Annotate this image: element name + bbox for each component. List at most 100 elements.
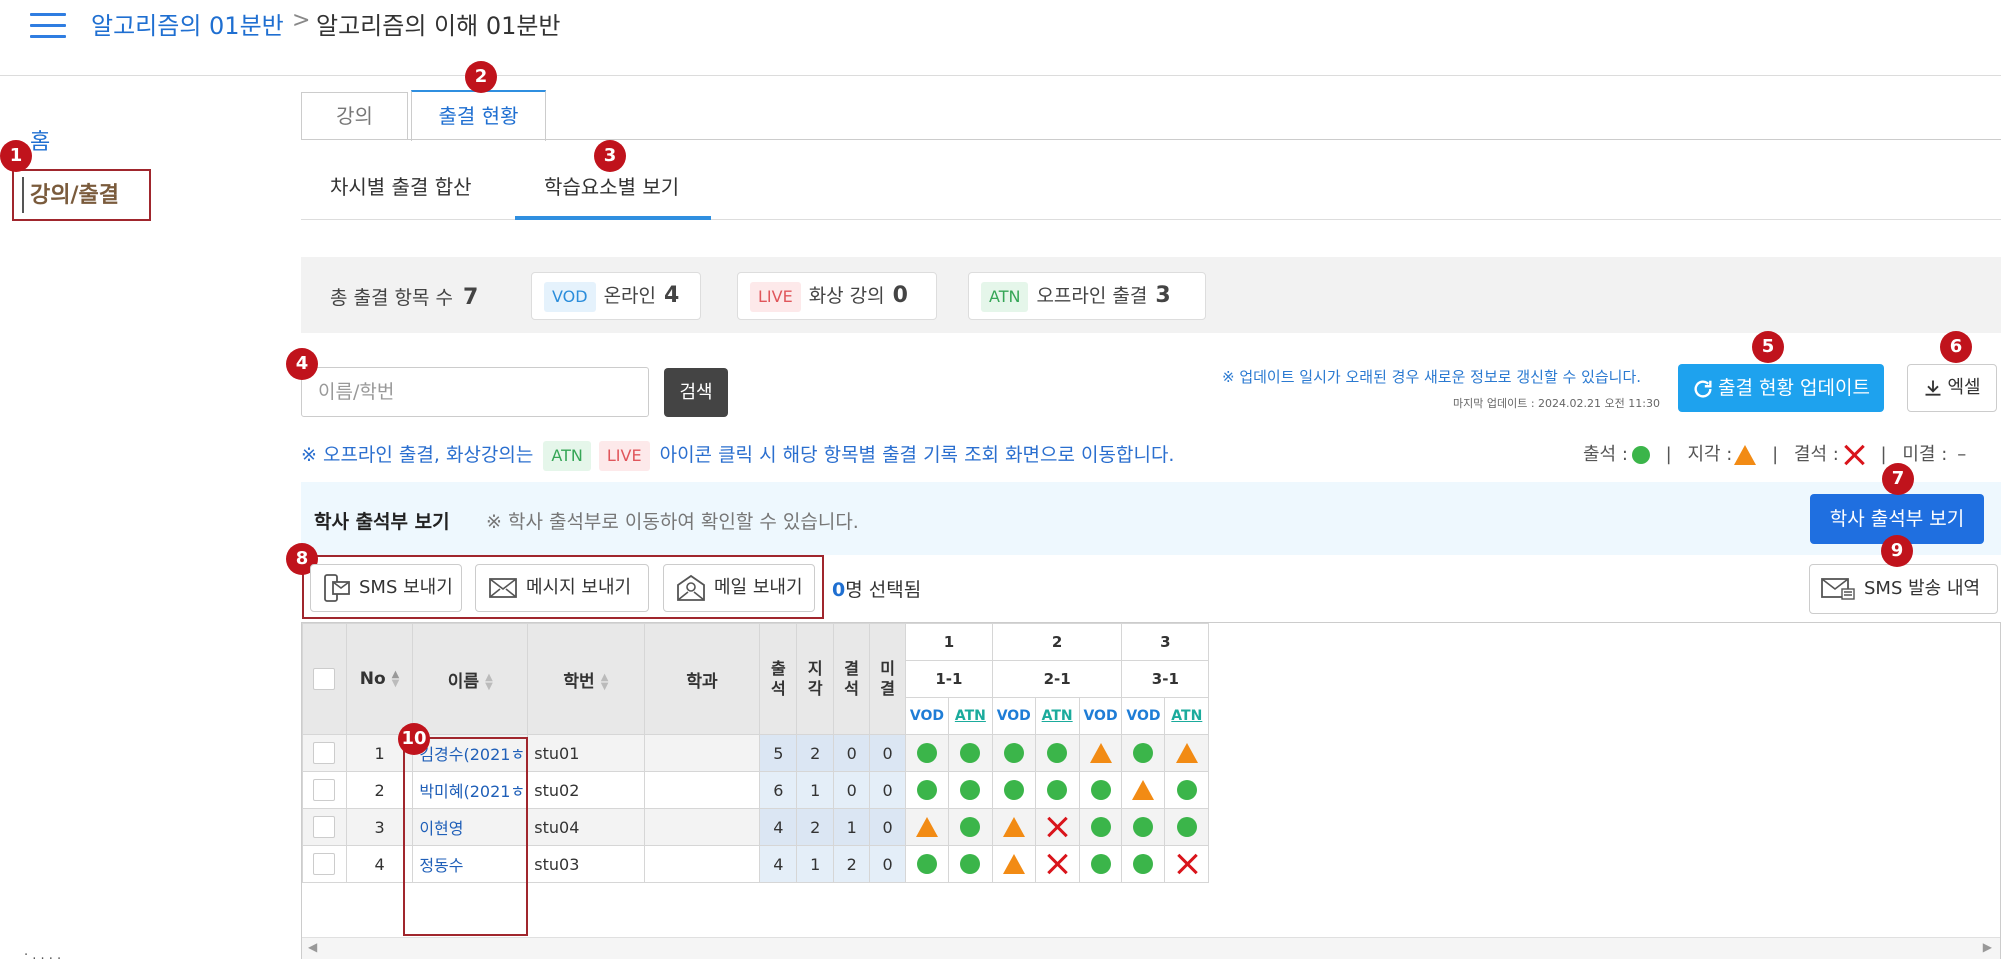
present-mark-icon[interactable] xyxy=(916,743,937,764)
attendance-mark-cell[interactable] xyxy=(1078,734,1123,772)
present-mark-icon[interactable] xyxy=(960,817,981,838)
sidebar-item-lecture-attendance[interactable]: 강의/출결 xyxy=(30,177,119,209)
sidebar-item-home[interactable]: 홈 xyxy=(30,124,50,156)
header-name[interactable]: 이름 ▲ ▼ xyxy=(412,623,529,735)
send-mail-button[interactable]: 메일 보내기 xyxy=(663,564,815,612)
sort-icon[interactable]: ▲ ▼ xyxy=(485,672,493,691)
session-header: 2-1 xyxy=(991,660,1123,698)
attendance-mark-cell[interactable] xyxy=(991,845,1036,883)
send-sms-button[interactable]: SMS 보내기 xyxy=(310,564,462,612)
attendance-mark-cell[interactable] xyxy=(1164,845,1210,883)
subtab-by-session[interactable]: 차시별 출결 합산 xyxy=(330,171,472,200)
attendance-mark-cell[interactable] xyxy=(1078,845,1123,883)
attendance-mark-cell[interactable] xyxy=(905,771,949,809)
attendance-mark-cell[interactable] xyxy=(1121,734,1166,772)
item-type-atn-link[interactable]: ATN xyxy=(1171,708,1202,724)
horizontal-scrollbar[interactable]: ◀ ▶ xyxy=(302,937,2000,959)
present-mark-icon[interactable] xyxy=(1003,743,1024,764)
row-checkbox[interactable] xyxy=(313,779,336,801)
attendance-mark-cell[interactable] xyxy=(1121,808,1166,846)
header-no[interactable]: No ▲ ▼ xyxy=(345,623,414,735)
late-mark-icon[interactable] xyxy=(1002,854,1025,875)
attendance-mark-cell[interactable] xyxy=(1078,808,1123,846)
scroll-left-icon[interactable]: ◀ xyxy=(308,940,317,954)
attendance-mark-cell[interactable] xyxy=(1034,845,1080,883)
present-mark-icon[interactable] xyxy=(1003,780,1024,801)
late-mark-icon[interactable] xyxy=(1089,743,1112,764)
sms-history-button[interactable]: SMS 발송 내역 xyxy=(1809,564,1998,614)
present-mark-icon[interactable] xyxy=(1176,817,1197,838)
attendance-mark-cell[interactable] xyxy=(1121,771,1166,809)
attendance-mark-cell[interactable] xyxy=(1164,808,1210,846)
item-type-atn-link[interactable]: ATN xyxy=(1042,708,1073,724)
late-count: 2 xyxy=(796,808,835,846)
scroll-right-icon[interactable]: ▶ xyxy=(1983,940,1992,954)
attendance-mark-cell[interactable] xyxy=(991,734,1036,772)
breadcrumb-separator-icon: > xyxy=(292,8,311,33)
highlight-box-names xyxy=(403,737,528,936)
sort-asc-icon[interactable]: ▲ ▼ xyxy=(392,670,400,689)
present-mark-icon[interactable] xyxy=(1090,854,1111,875)
attendance-mark-cell[interactable] xyxy=(991,771,1036,809)
send-message-button[interactable]: 메시지 보내기 xyxy=(475,564,649,612)
header-id[interactable]: 학번 ▲ ▼ xyxy=(527,623,645,735)
present-mark-icon[interactable] xyxy=(1047,780,1068,801)
subtab-by-element[interactable]: 학습요소별 보기 xyxy=(544,171,679,200)
present-mark-icon[interactable] xyxy=(916,780,937,801)
item-type-atn-link[interactable]: ATN xyxy=(955,708,986,724)
present-mark-icon[interactable] xyxy=(1133,743,1154,764)
present-mark-icon[interactable] xyxy=(1133,854,1154,875)
late-mark-icon[interactable] xyxy=(1002,817,1025,838)
attendance-mark-cell[interactable] xyxy=(905,734,949,772)
summary-chip-atn: ATN 오프라인 출결 3 xyxy=(968,272,1206,320)
menu-icon[interactable] xyxy=(30,13,66,39)
present-mark-icon[interactable] xyxy=(1176,780,1197,801)
present-mark-icon[interactable] xyxy=(960,854,981,875)
row-checkbox[interactable] xyxy=(313,742,336,764)
present-count: 4 xyxy=(759,808,798,846)
breadcrumb-course[interactable]: 알고리즘의 01분반 xyxy=(91,6,284,41)
present-mark-icon[interactable] xyxy=(1090,817,1111,838)
attendance-mark-cell[interactable] xyxy=(947,734,993,772)
search-input[interactable] xyxy=(301,367,649,417)
attendance-mark-cell[interactable] xyxy=(947,845,993,883)
attendance-mark-cell[interactable] xyxy=(1121,845,1166,883)
attendance-mark-cell[interactable] xyxy=(1164,771,1210,809)
tab-lecture[interactable]: 강의 xyxy=(301,92,408,140)
attendance-mark-cell[interactable] xyxy=(947,808,993,846)
absent-mark-icon[interactable] xyxy=(1046,853,1068,875)
present-mark-icon[interactable] xyxy=(916,854,937,875)
row-checkbox[interactable] xyxy=(313,816,336,838)
header-present: 출석 xyxy=(759,623,798,735)
present-mark-icon[interactable] xyxy=(960,743,981,764)
student-dept xyxy=(643,771,761,809)
attendance-mark-cell[interactable] xyxy=(1164,734,1210,772)
late-mark-icon[interactable] xyxy=(1175,743,1198,764)
present-mark-icon[interactable] xyxy=(1090,780,1111,801)
student-dept xyxy=(643,845,761,883)
select-all-checkbox[interactable] xyxy=(313,668,336,690)
attendance-mark-cell[interactable] xyxy=(1078,771,1123,809)
attendance-mark-cell[interactable] xyxy=(905,808,949,846)
attendance-mark-cell[interactable] xyxy=(1034,734,1080,772)
attendance-mark-cell[interactable] xyxy=(947,771,993,809)
attendance-mark-cell[interactable] xyxy=(1034,771,1080,809)
attendance-mark-cell[interactable] xyxy=(905,845,949,883)
absent-mark-icon[interactable] xyxy=(1046,816,1068,838)
tab-attendance[interactable]: 출결 현황 xyxy=(411,90,546,141)
search-button[interactable]: 검색 xyxy=(664,368,728,417)
table-empty-space xyxy=(1208,623,2000,735)
late-mark-icon[interactable] xyxy=(1132,780,1155,801)
row-checkbox[interactable] xyxy=(313,853,336,875)
late-mark-icon[interactable] xyxy=(915,817,938,838)
excel-download-button[interactable]: 엑셀 xyxy=(1907,364,1997,412)
present-mark-icon[interactable] xyxy=(960,780,981,801)
update-attendance-button[interactable]: 출결 현황 업데이트 xyxy=(1678,364,1884,412)
callout-badge-4: 4 xyxy=(286,348,318,380)
attendance-mark-cell[interactable] xyxy=(1034,808,1080,846)
sort-icon[interactable]: ▲ ▼ xyxy=(601,672,609,691)
present-mark-icon[interactable] xyxy=(1133,817,1154,838)
present-mark-icon[interactable] xyxy=(1047,743,1068,764)
absent-mark-icon[interactable] xyxy=(1176,853,1198,875)
attendance-mark-cell[interactable] xyxy=(991,808,1036,846)
